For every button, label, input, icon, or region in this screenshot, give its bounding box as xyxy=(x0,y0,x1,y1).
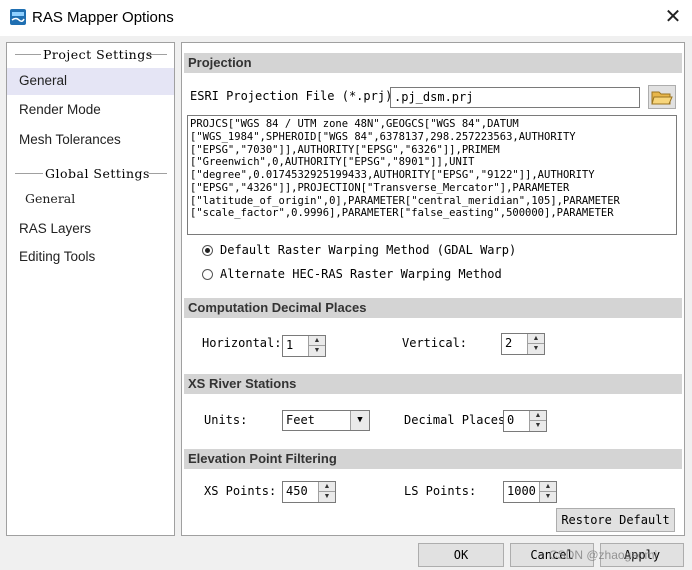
options-content-panel: Projection ESRI Projection File (*.prj):… xyxy=(181,42,685,536)
settings-sidebar: Project Settings General Render Mode Mes… xyxy=(6,42,175,536)
spin-down-icon[interactable]: ▼ xyxy=(530,421,546,431)
close-icon[interactable]: ✕ xyxy=(660,4,686,30)
projection-section-header: Projection xyxy=(184,53,682,73)
units-label: Units: xyxy=(204,413,248,427)
vertical-label: Vertical: xyxy=(402,336,468,350)
radio-default-warping[interactable] xyxy=(202,245,213,256)
xs-points-label: XS Points: xyxy=(204,484,277,498)
radio-default-warping-label[interactable]: Default Raster Warping Method (GDAL Warp… xyxy=(220,243,516,257)
vertical-value: 2 xyxy=(505,336,513,350)
divider xyxy=(15,173,43,174)
divider xyxy=(15,54,41,55)
wkt-line: ["WGS_1984",SPHEROID["WGS 84",6378137,29… xyxy=(190,131,576,143)
browse-folder-button[interactable] xyxy=(648,85,676,109)
projection-wkt-textbox[interactable]: PROJCS["WGS 84 / UTM zone 48N",GEOGCS["W… xyxy=(187,115,677,235)
spin-down-icon[interactable]: ▼ xyxy=(319,492,335,502)
open-folder-icon xyxy=(651,91,673,109)
units-select[interactable]: Feet ▼ xyxy=(282,410,370,431)
spin-up-icon[interactable]: ▲ xyxy=(540,482,556,492)
chevron-down-icon[interactable]: ▼ xyxy=(350,411,369,430)
project-settings-header: Project Settings xyxy=(43,47,153,62)
wkt-line: ["Greenwich",0,AUTHORITY["EPSG","8901"]]… xyxy=(190,156,475,168)
spin-up-icon[interactable]: ▲ xyxy=(528,334,544,344)
spin-down-icon[interactable]: ▼ xyxy=(528,344,544,354)
sidebar-item-general[interactable]: General xyxy=(19,73,67,88)
sidebar-item-mesh-tolerances[interactable]: Mesh Tolerances xyxy=(19,132,121,147)
projection-file-input[interactable]: .pj_dsm.prj xyxy=(390,87,640,108)
spin-down-icon[interactable]: ▼ xyxy=(309,346,325,356)
title-bar: RAS Mapper Options ✕ xyxy=(0,0,692,36)
ls-points-stepper[interactable]: 1000 ▲ ▼ xyxy=(503,481,557,503)
horizontal-stepper[interactable]: 1 ▲ ▼ xyxy=(282,335,326,357)
spin-up-icon[interactable]: ▲ xyxy=(309,336,325,346)
sidebar-item-editing-tools[interactable]: Editing Tools xyxy=(19,249,95,264)
spin-up-icon[interactable]: ▲ xyxy=(530,411,546,421)
xs-points-stepper[interactable]: 450 ▲ ▼ xyxy=(282,481,336,503)
wkt-line: ["degree",0.0174532925199433,AUTHORITY["… xyxy=(190,169,595,181)
ras-mapper-app-icon xyxy=(10,9,26,25)
decimal-places-label: Decimal Places: xyxy=(404,413,513,427)
window-title: RAS Mapper Options xyxy=(32,9,174,26)
csdn-watermark: CSDN @zhaogaomi xyxy=(549,548,658,562)
xs-points-value: 450 xyxy=(286,484,308,498)
xs-section-header: XS River Stations xyxy=(184,374,682,394)
wkt-line: ["EPSG","4326"]],PROJECTION["Transverse_… xyxy=(190,182,570,194)
horizontal-label: Horizontal: xyxy=(202,336,282,350)
projection-file-label: ESRI Projection File (*.prj): xyxy=(190,89,400,103)
ok-button[interactable]: OK xyxy=(418,543,504,567)
spin-down-icon[interactable]: ▼ xyxy=(540,492,556,502)
wkt-line: ["scale_factor",0.9996],PARAMETER["false… xyxy=(190,207,614,219)
computation-section-header: Computation Decimal Places xyxy=(184,298,682,318)
radio-alternate-warping[interactable] xyxy=(202,269,213,280)
sidebar-item-global-general[interactable]: General xyxy=(25,191,75,206)
ls-points-label: LS Points: xyxy=(404,484,477,498)
vertical-stepper[interactable]: 2 ▲ ▼ xyxy=(501,333,545,355)
radio-alternate-warping-label[interactable]: Alternate HEC-RAS Raster Warping Method xyxy=(220,267,502,281)
restore-default-button[interactable]: Restore Default xyxy=(556,508,675,532)
spin-up-icon[interactable]: ▲ xyxy=(319,482,335,492)
wkt-line: ["latitude_of_origin",0],PARAMETER["cent… xyxy=(190,195,620,207)
units-value: Feet xyxy=(286,413,315,427)
global-settings-header: Global Settings xyxy=(45,166,150,181)
wkt-line: ["EPSG","7030"]],AUTHORITY["EPSG","6326"… xyxy=(190,144,500,156)
ls-points-value: 1000 xyxy=(507,484,536,498)
elevation-section-header: Elevation Point Filtering xyxy=(184,449,682,469)
divider xyxy=(149,173,167,174)
wkt-line: PROJCS["WGS 84 / UTM zone 48N",GEOGCS["W… xyxy=(190,118,519,130)
horizontal-value: 1 xyxy=(286,338,294,352)
decimal-places-stepper[interactable]: 0 ▲ ▼ xyxy=(503,410,547,432)
decimal-places-value: 0 xyxy=(507,413,515,427)
sidebar-item-render-mode[interactable]: Render Mode xyxy=(19,102,101,117)
sidebar-item-ras-layers[interactable]: RAS Layers xyxy=(19,221,91,236)
